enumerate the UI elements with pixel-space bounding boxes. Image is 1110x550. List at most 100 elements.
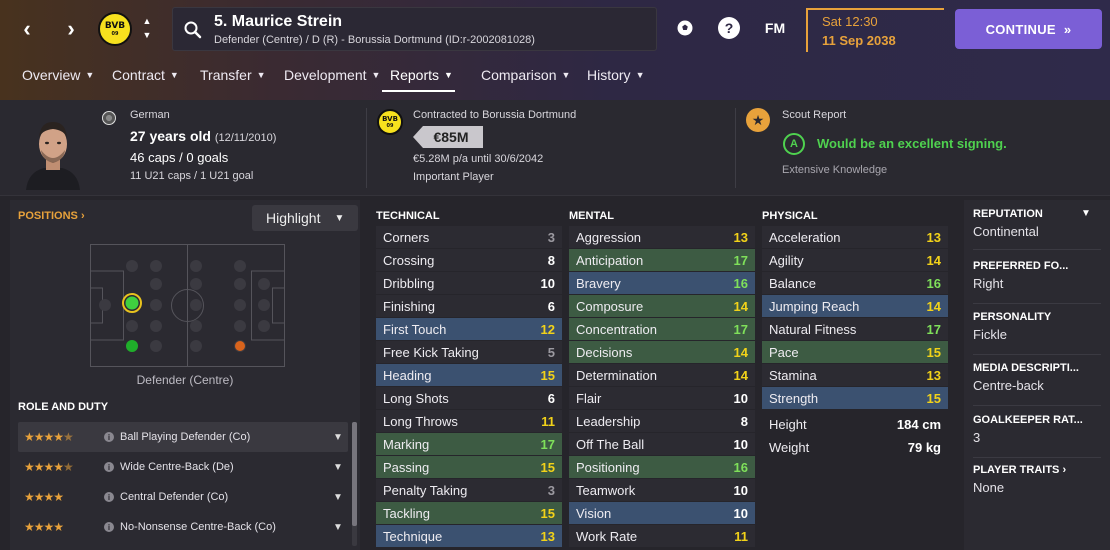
attribute-name: Work Rate (576, 528, 638, 544)
tab-reports[interactable]: Reports ▼ (382, 62, 455, 92)
attribute-row[interactable]: Agility 14 (762, 249, 948, 272)
back-arrow-icon[interactable]: ‹ (12, 14, 42, 44)
attribute-row[interactable]: Flair 10 (569, 387, 755, 410)
attribute-row[interactable]: Aggression 13 (569, 226, 755, 249)
date-of-birth: (12/11/2010) (214, 132, 277, 144)
attribute-row[interactable]: Balance 16 (762, 272, 948, 295)
continue-button[interactable]: CONTINUE » (955, 9, 1102, 49)
fm-logo[interactable]: FM (762, 17, 788, 39)
role-row[interactable]: ★★★★★ i Ball Playing Defender (Co) ▼ (18, 422, 348, 452)
attribute-row[interactable]: Strength 15 (762, 387, 948, 410)
club-crest[interactable]: BVB 09 (98, 12, 132, 46)
media-description-block: MEDIA DESCRIPTI... Centre-back (973, 362, 1101, 406)
player-switch-updown-icon[interactable]: ▲ ▼ (140, 14, 154, 44)
info-icon[interactable]: i (104, 432, 114, 442)
attribute-value: 14 (926, 298, 941, 314)
attribute-row[interactable]: Long Throws 11 (376, 410, 562, 433)
attribute-value: 6 (547, 390, 555, 406)
attribute-row[interactable]: Dribbling 10 (376, 272, 562, 295)
game-date: Sat 12:30 11 Sep 2038 (806, 8, 944, 52)
pitch-diagram (90, 244, 285, 367)
date-day: 11 Sep 2038 (822, 33, 896, 48)
attribute-value: 16 (926, 275, 941, 291)
info-icon[interactable]: i (104, 522, 114, 532)
attribute-row[interactable]: Technique 13 (376, 525, 562, 548)
attribute-row[interactable]: Long Shots 6 (376, 387, 562, 410)
attribute-row[interactable]: Penalty Taking 3 (376, 479, 562, 502)
continue-label: CONTINUE (985, 21, 1056, 37)
scrollbar-thumb[interactable] (352, 422, 357, 526)
attribute-row[interactable]: Leadership 8 (569, 410, 755, 433)
attribute-row[interactable]: Anticipation 17 (569, 249, 755, 272)
player-traits-value: None (973, 480, 1005, 495)
attribute-row[interactable]: Stamina 13 (762, 364, 948, 387)
tab-transfer[interactable]: Transfer ▼ (200, 62, 266, 92)
role-row[interactable]: ★★★★ i No-Nonsense Centre-Back (Co) ▼ (18, 512, 348, 542)
chevron-down-icon[interactable]: ▼ (328, 492, 348, 503)
star-rating: ★★★★ (24, 520, 64, 534)
attribute-row[interactable]: Decisions 14 (569, 341, 755, 364)
attribute-row[interactable]: Vision 10 (569, 502, 755, 525)
chevron-down-icon[interactable]: ▼ (328, 432, 348, 443)
height-label: Height (769, 417, 807, 432)
help-icon[interactable]: ? (718, 17, 740, 39)
attribute-row[interactable]: Passing 15 (376, 456, 562, 479)
info-icon[interactable]: i (104, 462, 114, 472)
attribute-row[interactable]: First Touch 12 (376, 318, 562, 341)
attribute-row[interactable]: Crossing 8 (376, 249, 562, 272)
chevron-down-icon[interactable]: ▼ (1081, 208, 1091, 219)
role-scrollbar[interactable] (352, 422, 357, 546)
club-crest-small[interactable]: BVB 09 (377, 109, 403, 135)
info-icon[interactable]: i (104, 492, 114, 502)
football-icon[interactable] (674, 17, 696, 39)
attribute-row[interactable]: Composure 14 (569, 295, 755, 318)
attribute-row[interactable]: Concentration 17 (569, 318, 755, 341)
attribute-name: Penalty Taking (383, 482, 468, 498)
attribute-row[interactable]: Pace 15 (762, 341, 948, 364)
attribute-row[interactable]: Marking 17 (376, 433, 562, 456)
tab-label: Development (284, 67, 367, 83)
attribute-row[interactable]: Natural Fitness 17 (762, 318, 948, 341)
player-search-box[interactable]: 5. Maurice Strein Defender (Centre) / D … (172, 7, 657, 51)
double-chevron-icon: » (1063, 21, 1072, 37)
tab-contract[interactable]: Contract ▼ (112, 62, 179, 92)
attribute-row[interactable]: Determination 14 (569, 364, 755, 387)
attribute-row[interactable]: Acceleration 13 (762, 226, 948, 249)
international-caps: 46 caps / 0 goals (130, 150, 229, 165)
tab-label: Comparison (481, 67, 557, 83)
attribute-name: Anticipation (576, 252, 644, 268)
search-icon[interactable] (183, 20, 203, 40)
attribute-row[interactable]: Corners 3 (376, 226, 562, 249)
highlight-dropdown[interactable]: Highlight ▼ (252, 205, 358, 231)
player-traits-link[interactable]: PLAYER TRAITS › (973, 464, 1101, 476)
attribute-row[interactable]: Jumping Reach 14 (762, 295, 948, 318)
tab-overview[interactable]: Overview ▼ (22, 62, 94, 92)
tab-development[interactable]: Development ▼ (284, 62, 380, 92)
forward-arrow-icon[interactable]: › (56, 14, 86, 44)
attribute-row[interactable]: Positioning 16 (569, 456, 755, 479)
role-row[interactable]: ★★★★ i Central Defender (Co) ▼ (18, 482, 348, 512)
role-row[interactable]: ★★★★★ i Wide Centre-Back (De) ▼ (18, 452, 348, 482)
chevron-down-icon[interactable]: ▼ (328, 462, 348, 473)
contract-club[interactable]: Contracted to Borussia Dortmund (413, 109, 576, 121)
media-description-label: MEDIA DESCRIPTI... (973, 362, 1079, 374)
attribute-row[interactable]: Work Rate 11 (569, 525, 755, 548)
attribute-value: 15 (926, 344, 941, 360)
attribute-row[interactable]: Teamwork 10 (569, 479, 755, 502)
tab-comparison[interactable]: Comparison ▼ (481, 62, 570, 92)
attribute-row[interactable]: Free Kick Taking 5 (376, 341, 562, 364)
attribute-row[interactable]: Heading 15 (376, 364, 562, 387)
tab-history[interactable]: History ▼ (587, 62, 644, 92)
chevron-down-icon[interactable]: ▼ (328, 522, 348, 533)
attribute-value: 13 (926, 229, 941, 245)
attribute-row[interactable]: Finishing 6 (376, 295, 562, 318)
attribute-row[interactable]: Tackling 15 (376, 502, 562, 525)
positions-link[interactable]: POSITIONS › (18, 210, 85, 222)
attribute-name: Marking (383, 436, 430, 452)
physical-title: PHYSICAL (762, 210, 818, 222)
attribute-value: 8 (740, 413, 748, 429)
nationality: German (130, 109, 170, 121)
attribute-row[interactable]: Off The Ball 10 (569, 433, 755, 456)
attribute-value: 10 (733, 505, 748, 521)
attribute-row[interactable]: Bravery 16 (569, 272, 755, 295)
